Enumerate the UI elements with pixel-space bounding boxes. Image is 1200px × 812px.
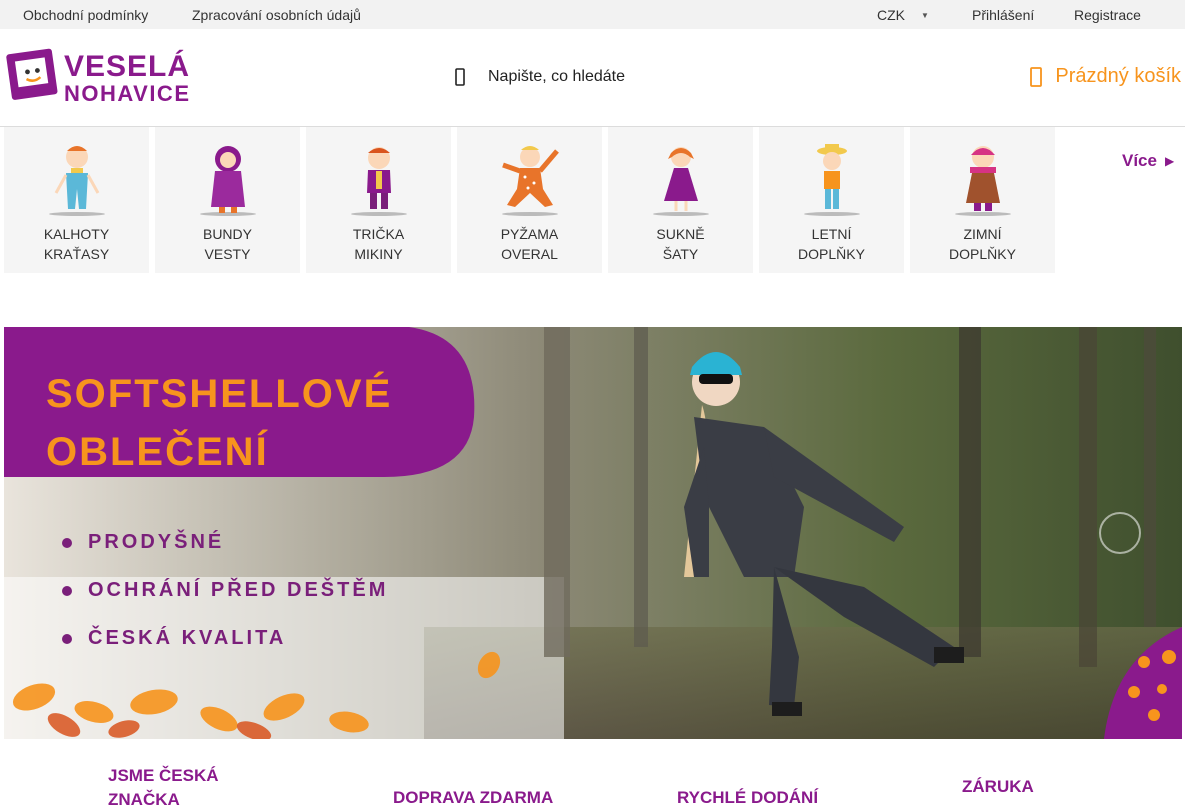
category-tile-zimni[interactable]: ZIMNÍ DOPLŇKY [910,127,1055,273]
kid-jacket-icon [200,146,256,216]
svg-text:NOHAVICE: NOHAVICE [64,81,191,105]
category-tile-bundy[interactable]: BUNDY VESTY [155,127,300,273]
cart-label: Prázdný košík [1055,65,1181,87]
site-header: VESELÁ NOHAVICE Napište, co hledáte Práz… [0,29,1185,127]
category-label-line2: MIKINY [354,246,403,262]
svg-text:VESELÁ: VESELÁ [64,49,190,83]
register-link[interactable]: Registrace [1074,7,1141,23]
category-tile-sukne[interactable]: SUKNĚ ŠATY [608,127,753,273]
category-label-line1: KALHOTY [43,226,110,242]
banner-headline-line2: OBLEČENÍ [46,430,269,474]
category-label-line2: DOPLŇKY [949,246,1016,262]
more-categories-button[interactable]: Více ▶ [1122,151,1174,171]
banner-headline-line1: SOFTSHELLOVÉ [46,372,393,416]
cart-button[interactable]: Prázdný košík [1029,65,1181,88]
category-label-line2: ŠATY [662,246,699,262]
search-input[interactable]: Napište, co hledáte [452,65,625,89]
category-tile-tricka[interactable]: TRIČKA MIKINY [306,127,451,273]
benefit-free-shipping: DOPRAVA ZDARMA [393,788,554,807]
banner-bullet: ČESKÁ KVALITA [62,627,286,650]
more-label: Více [1122,151,1157,170]
caret-down-icon[interactable]: ▼ [921,11,929,20]
category-tile-pyzama[interactable]: PYŽAMA OVERAL [457,127,602,273]
category-tile-letni[interactable]: LETNÍ DOPLŇKY [759,127,904,273]
category-nav: KALHOTY KRAŤASY BUNDY VESTY TRIČKA MIKIN… [0,127,1185,274]
category-tile-kalhoty[interactable]: KALHOTY KRAŤASY [4,127,149,273]
kid-summer-icon [804,144,860,216]
category-label-line2: KRAŤASY [43,246,110,262]
kid-tshirt-icon [351,147,407,216]
cart-icon [1030,66,1043,87]
currency-select[interactable]: CZK [877,7,905,23]
banner-bullet: OCHRÁNÍ PŘED DEŠTĚM [62,579,388,602]
category-label-line1: TRIČKA [352,226,405,242]
benefit-czech-brand: JSME ČESKÁ ZNAČKA [108,764,219,812]
kid-winter-icon [955,146,1011,216]
carousel-next-icon[interactable] [1099,512,1141,554]
terms-link[interactable]: Obchodní podmínky [23,7,148,23]
category-label-line1: ZIMNÍ [963,226,1002,242]
benefit-warranty: ZÁRUKA [962,777,1034,796]
kid-pyjamas-icon [502,146,559,216]
benefit-fast-delivery: RYCHLÉ DODÁNÍ [677,788,819,807]
kid-pants-icon [49,146,105,216]
category-label-line2: OVERAL [501,246,558,262]
banner-bullet: PRODYŠNÉ [62,531,224,554]
category-label-line1: SUKNĚ [656,226,705,242]
search-placeholder: Napište, co hledáte [488,68,625,85]
kid-dress-icon [653,147,709,216]
category-label-line1: LETNÍ [811,226,852,242]
top-bar: Obchodní podmínky Zpracování osobních úd… [0,0,1185,29]
category-label-line2: DOPLŇKY [798,246,865,262]
privacy-link[interactable]: Zpracování osobních údajů [192,7,361,23]
login-link[interactable]: Přihlášení [972,7,1034,23]
search-icon [455,68,465,86]
category-label-line2: VESTY [204,246,251,262]
category-label-line1: PYŽAMA [500,226,559,242]
benefit-line2: ZNAČKA [108,790,180,809]
hero-banner[interactable]: SOFTSHELLOVÉ OBLEČENÍ PRODYŠNÉ OCHRÁNÍ P… [4,327,1182,739]
site-logo[interactable]: VESELÁ NOHAVICE [6,45,196,106]
chevron-right-icon: ▶ [1164,154,1175,168]
benefit-line1: JSME ČESKÁ [108,766,219,785]
category-label-line1: BUNDY [202,226,252,242]
banner-headline: SOFTSHELLOVÉ OBLEČENÍ [46,365,392,481]
